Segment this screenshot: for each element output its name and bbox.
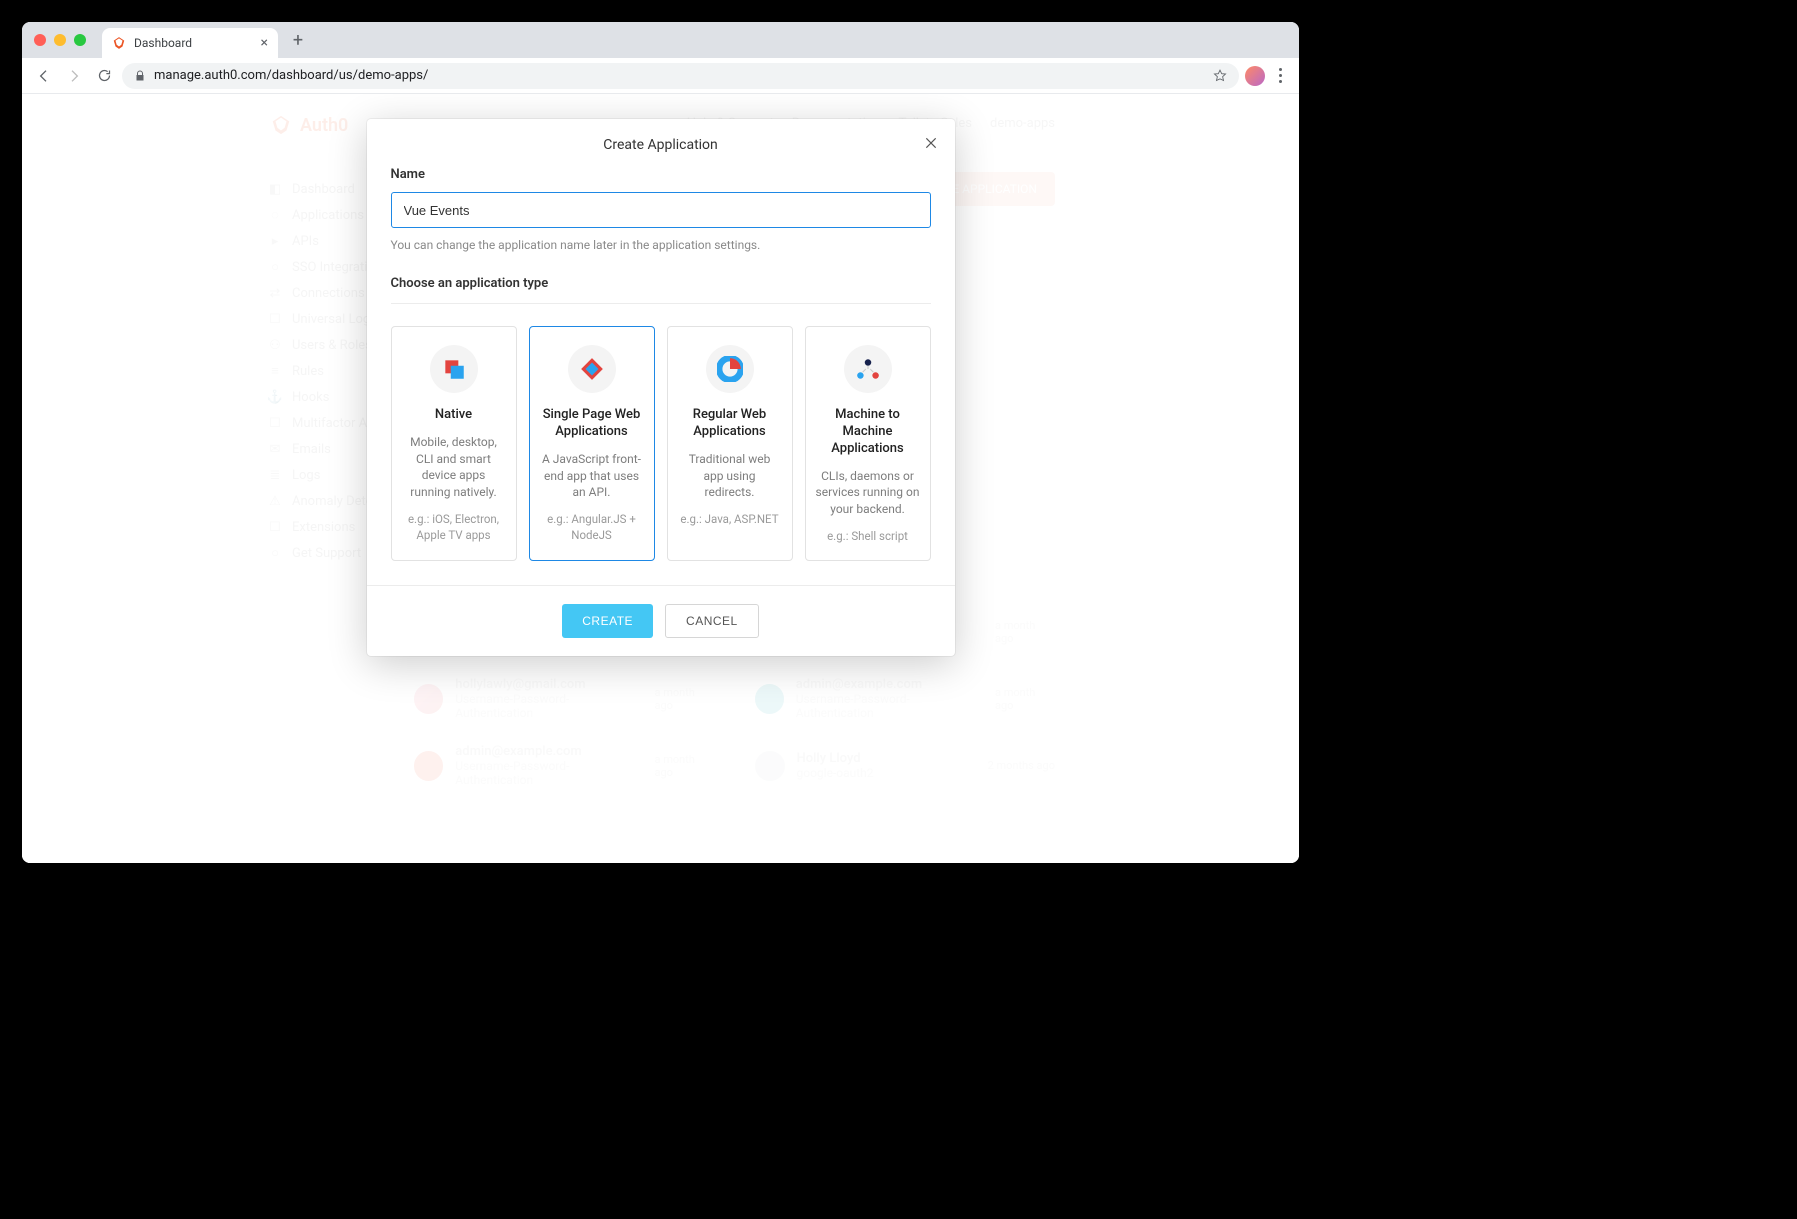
address-bar[interactable]: manage.auth0.com/dashboard/us/demo-apps/ [122, 63, 1239, 89]
back-button[interactable] [32, 64, 56, 88]
reload-icon [97, 68, 112, 83]
app-type-card-regular[interactable]: Regular Web Applications Traditional web… [667, 326, 793, 561]
browser-tabbar: Dashboard × + [22, 22, 1299, 58]
regular-icon [706, 345, 754, 393]
browser-tab[interactable]: Dashboard × [102, 28, 278, 58]
close-tab-icon[interactable]: × [261, 35, 268, 51]
spa-icon [568, 345, 616, 393]
maximize-window-button[interactable] [74, 34, 86, 46]
application-type-cards: Native Mobile, desktop, CLI and smart de… [391, 326, 931, 561]
app-type-card-m2m[interactable]: Machine to Machine Applications CLIs, da… [805, 326, 931, 561]
modal-close-button[interactable] [921, 133, 941, 153]
modal-title: Create Application [603, 137, 718, 153]
profile-avatar[interactable] [1245, 66, 1265, 86]
lock-icon [134, 70, 146, 82]
forward-button[interactable] [62, 64, 86, 88]
new-tab-button[interactable]: + [286, 28, 310, 52]
auth0-favicon-icon [112, 36, 126, 50]
browser-menu-button[interactable] [1271, 68, 1289, 83]
create-application-modal: Create Application Name You can change t… [367, 119, 955, 656]
url-text: manage.auth0.com/dashboard/us/demo-apps/ [154, 68, 428, 83]
create-button[interactable]: CREATE [562, 604, 653, 638]
type-section-label: Choose an application type [391, 276, 931, 304]
app-type-card-spa[interactable]: Single Page Web Applications A JavaScrip… [529, 326, 655, 561]
tab-title: Dashboard [134, 36, 192, 50]
cancel-button[interactable]: CANCEL [665, 604, 759, 638]
application-name-input[interactable] [391, 192, 931, 228]
native-icon [430, 345, 478, 393]
bookmark-star-icon[interactable] [1213, 69, 1227, 83]
app-type-card-native[interactable]: Native Mobile, desktop, CLI and smart de… [391, 326, 517, 561]
m2m-icon [844, 345, 892, 393]
name-label: Name [391, 167, 931, 182]
arrow-left-icon [36, 68, 52, 84]
name-helper-text: You can change the application name late… [391, 238, 931, 252]
window-controls [32, 34, 92, 46]
browser-toolbar: manage.auth0.com/dashboard/us/demo-apps/ [22, 58, 1299, 94]
arrow-right-icon [66, 68, 82, 84]
minimize-window-button[interactable] [54, 34, 66, 46]
close-window-button[interactable] [34, 34, 46, 46]
close-icon [924, 136, 938, 150]
reload-button[interactable] [92, 64, 116, 88]
